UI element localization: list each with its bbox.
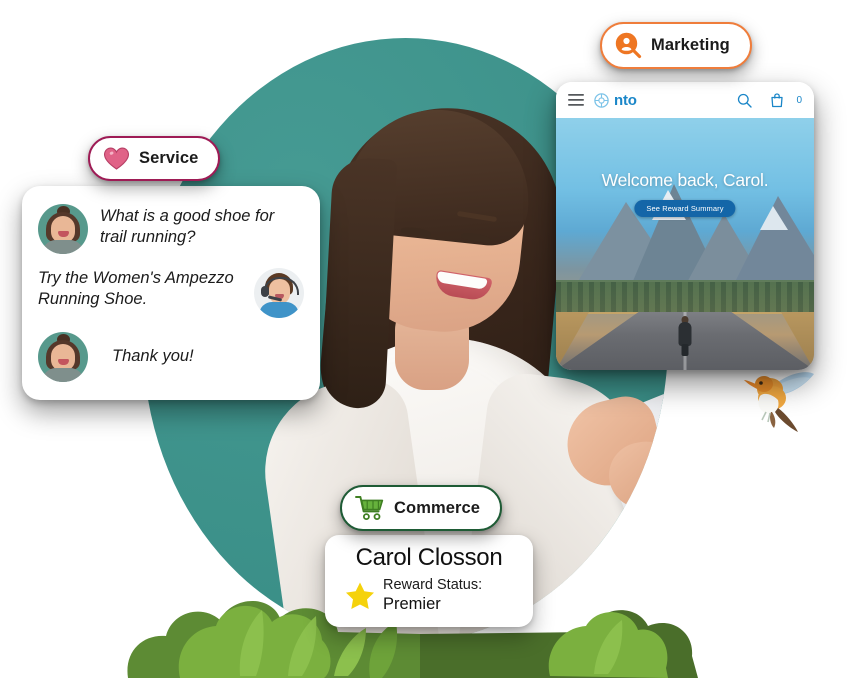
- reward-text: Reward Status: Premier: [383, 577, 482, 614]
- cart-count: 0: [796, 94, 802, 106]
- avatar-shoulders: [259, 302, 299, 318]
- chat-message-text: Try the Women's Ampezzo Running Shoe.: [38, 269, 234, 309]
- chat-message-agent-1: Try the Women's Ampezzo Running Shoe.: [38, 268, 304, 318]
- avatar-shoulders: [42, 368, 84, 382]
- see-reward-summary-button[interactable]: See Reward Summary: [634, 200, 736, 217]
- badge-label: Service: [139, 149, 199, 168]
- hero-illustration: nto 0 Welcome back, Carol. See Reward Su…: [0, 0, 850, 684]
- chat-message-text: What is a good shoe for trail running?: [100, 207, 275, 247]
- runner-body: [678, 322, 692, 346]
- hair-side-left: [320, 156, 398, 410]
- avatar-face: [51, 344, 75, 371]
- star-icon: [346, 582, 374, 610]
- avatar-shoulders: [42, 240, 84, 254]
- customer-name: Carol Closson: [355, 544, 503, 571]
- reward-status-row: Reward Status: Premier: [339, 577, 519, 614]
- service-chat-card: What is a good shoe for trail running? T…: [22, 186, 320, 400]
- snow-cap-2: [760, 206, 788, 230]
- runner-figure: [678, 316, 692, 356]
- app-topbar: nto 0: [556, 82, 814, 118]
- welcome-greeting: Welcome back, Carol.: [601, 170, 769, 190]
- customer-profile-card: Carol Closson Reward Status: Premier: [325, 535, 533, 627]
- hamburger-menu-icon[interactable]: [568, 94, 584, 106]
- tree-line: [556, 282, 814, 312]
- badge-label: Commerce: [394, 498, 481, 517]
- runner-legs: [681, 344, 689, 356]
- search-icon[interactable]: [737, 93, 753, 108]
- reward-status-label: Reward Status:: [383, 577, 483, 594]
- mobile-app-mockup[interactable]: nto 0 Welcome back, Carol. See Reward Su…: [556, 82, 814, 370]
- chat-message-customer-2: Thank you!: [38, 332, 304, 382]
- customer-avatar: [38, 332, 88, 382]
- app-hero-banner: Welcome back, Carol. See Reward Summary: [556, 118, 814, 370]
- chat-message-text: Thank you!: [112, 347, 194, 366]
- avatar-face: [51, 216, 75, 243]
- badge-label: Marketing: [651, 36, 730, 55]
- shopping-cart-icon: [355, 496, 384, 521]
- badge-commerce[interactable]: Commerce: [340, 485, 503, 531]
- customer-search-icon: [615, 32, 642, 59]
- chat-message-customer-1: What is a good shoe for trail running?: [38, 204, 304, 254]
- customer-avatar: [38, 204, 88, 254]
- reward-status-value: Premier: [383, 594, 441, 613]
- shopping-bag-icon[interactable]: [770, 92, 784, 108]
- badge-marketing[interactable]: Marketing: [600, 22, 752, 69]
- hummingbird-icon: [744, 372, 814, 432]
- badge-service[interactable]: Service: [88, 136, 221, 181]
- brand-name: nto: [614, 91, 637, 109]
- brand-logo[interactable]: nto: [594, 92, 637, 109]
- agent-avatar: [254, 268, 304, 318]
- nto-logo-icon: [594, 92, 609, 108]
- heart-icon: [103, 147, 130, 170]
